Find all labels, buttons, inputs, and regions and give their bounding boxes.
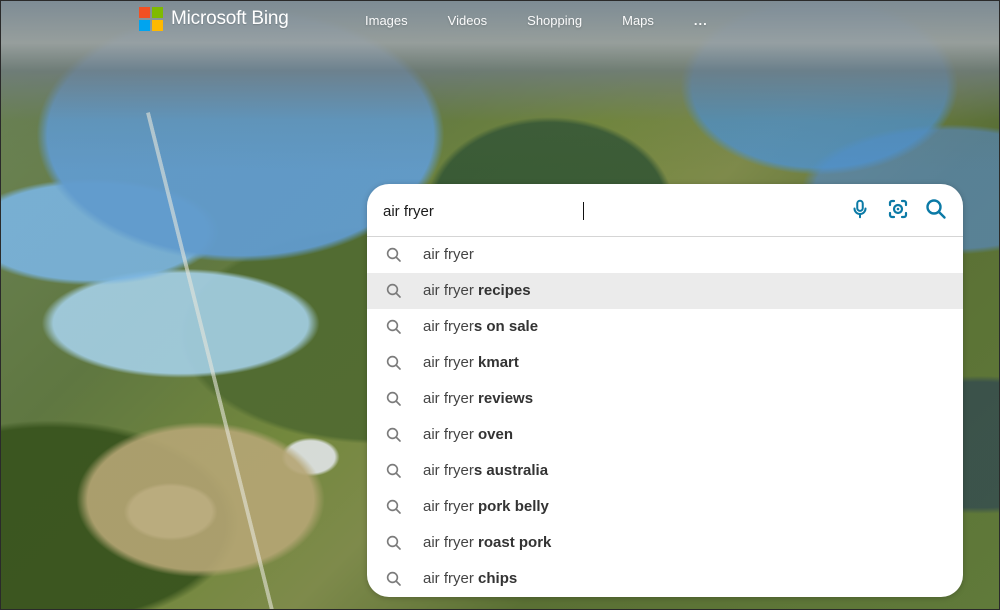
suggestion-suffix: reviews bbox=[478, 390, 534, 407]
text-cursor bbox=[583, 202, 584, 220]
suggestion-prefix: air fryer bbox=[423, 354, 479, 371]
suggestion-suffix: oven bbox=[478, 426, 514, 443]
suggestion-text: air fryers on sale bbox=[423, 318, 538, 335]
nav-images[interactable]: Images bbox=[365, 13, 408, 28]
suggestion-prefix: air fryer bbox=[423, 390, 479, 407]
suggestion-suffix: pork belly bbox=[478, 498, 549, 515]
search-icon[interactable] bbox=[923, 196, 949, 222]
bing-homepage: Microsoft Bing Images Videos Shopping Ma… bbox=[0, 0, 1000, 610]
microsoft-logo-icon bbox=[139, 7, 163, 31]
suggestion-text: air fryer pork belly bbox=[423, 498, 549, 515]
logo-square-red bbox=[139, 7, 150, 18]
suggestion-suffix: s australia bbox=[473, 462, 549, 479]
suggestion-prefix: air fryer bbox=[423, 282, 479, 299]
suggestion-item[interactable]: air fryer recipes bbox=[367, 273, 963, 309]
search-actions bbox=[847, 196, 949, 222]
suggestion-item[interactable]: air fryers australia bbox=[367, 453, 963, 489]
search-icon bbox=[385, 534, 403, 552]
suggestion-prefix: air fryer bbox=[423, 462, 474, 479]
search-icon bbox=[385, 390, 403, 408]
search-icon bbox=[385, 570, 403, 588]
suggestion-text: air fryer reviews bbox=[423, 390, 533, 407]
suggestion-text: air fryer chips bbox=[423, 570, 517, 587]
search-row bbox=[367, 184, 963, 237]
microphone-icon[interactable] bbox=[847, 196, 873, 222]
suggestion-prefix: air fryer bbox=[423, 570, 479, 587]
suggestion-prefix: air fryer bbox=[423, 318, 474, 335]
suggestion-prefix: air fryer bbox=[423, 246, 474, 263]
search-icon bbox=[385, 498, 403, 516]
suggestion-item[interactable]: air fryer roast pork bbox=[367, 525, 963, 561]
search-icon bbox=[385, 282, 403, 300]
suggestion-item[interactable]: air fryer kmart bbox=[367, 345, 963, 381]
suggestion-text: air fryer roast pork bbox=[423, 534, 551, 551]
suggestion-item[interactable]: air fryer pork belly bbox=[367, 489, 963, 525]
suggestion-item[interactable]: air fryer chips bbox=[367, 561, 963, 597]
search-input-wrap bbox=[383, 202, 584, 220]
suggestion-text: air fryer bbox=[423, 246, 474, 263]
search-icon bbox=[385, 426, 403, 444]
suggestion-prefix: air fryer bbox=[423, 498, 479, 515]
suggestion-suffix: chips bbox=[478, 570, 518, 587]
suggestion-prefix: air fryer bbox=[423, 426, 479, 443]
search-icon bbox=[385, 354, 403, 372]
logo-square-green bbox=[152, 7, 163, 18]
suggestion-item[interactable]: air fryer bbox=[367, 237, 963, 273]
search-icon bbox=[385, 246, 403, 264]
suggestion-suffix: s on sale bbox=[473, 318, 539, 335]
search-panel: air fryer air fryer recipes air fryers o… bbox=[367, 184, 963, 597]
suggestion-text: air fryer recipes bbox=[423, 282, 531, 299]
nav-more[interactable]: ... bbox=[694, 13, 708, 28]
suggestion-item[interactable]: air fryer reviews bbox=[367, 381, 963, 417]
search-icon bbox=[385, 462, 403, 480]
suggestion-text: air fryers australia bbox=[423, 462, 548, 479]
logo-square-blue bbox=[139, 20, 150, 31]
nav-maps[interactable]: Maps bbox=[622, 13, 654, 28]
top-navigation: Images Videos Shopping Maps ... bbox=[365, 13, 708, 28]
suggestion-item[interactable]: air fryer oven bbox=[367, 417, 963, 453]
autosuggest-list: air fryer air fryer recipes air fryers o… bbox=[367, 237, 963, 597]
suggestion-suffix: kmart bbox=[478, 354, 519, 371]
logo-square-yellow bbox=[152, 20, 163, 31]
suggestion-suffix: roast pork bbox=[478, 534, 552, 551]
nav-shopping[interactable]: Shopping bbox=[527, 13, 582, 28]
nav-videos[interactable]: Videos bbox=[448, 13, 488, 28]
brand-title: Microsoft Bing bbox=[171, 8, 289, 29]
suggestion-prefix: air fryer bbox=[423, 534, 479, 551]
bing-brand[interactable]: Microsoft Bing bbox=[139, 7, 289, 31]
suggestion-text: air fryer oven bbox=[423, 426, 513, 443]
search-input[interactable] bbox=[383, 202, 582, 220]
suggestion-item[interactable]: air fryers on sale bbox=[367, 309, 963, 345]
search-icon bbox=[385, 318, 403, 336]
visual-search-icon[interactable] bbox=[885, 196, 911, 222]
suggestion-text: air fryer kmart bbox=[423, 354, 519, 371]
suggestion-suffix: recipes bbox=[478, 282, 531, 299]
